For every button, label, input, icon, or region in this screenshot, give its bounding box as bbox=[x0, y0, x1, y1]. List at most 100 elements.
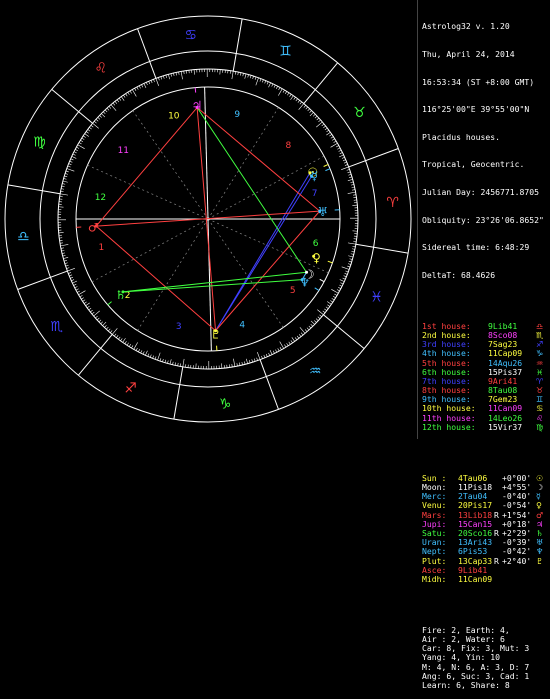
degree-tick bbox=[168, 74, 169, 79]
degree-tick bbox=[97, 318, 99, 320]
degree-tick bbox=[340, 280, 345, 282]
planet-position: 9Lib41 bbox=[458, 566, 487, 575]
planet-position: 4Tau06 bbox=[458, 474, 487, 483]
degree-tick bbox=[348, 264, 351, 265]
planet-row: Mars:13Lib18R+1°54'♂ bbox=[422, 511, 550, 520]
degree-tick bbox=[141, 85, 142, 88]
degree-tick bbox=[143, 351, 144, 354]
degree-tick bbox=[295, 337, 297, 339]
degree-tick bbox=[343, 278, 346, 279]
summary-line: Air : 2, Water: 6 bbox=[422, 635, 550, 644]
degree-tick bbox=[326, 132, 330, 135]
aspect-line bbox=[197, 108, 320, 212]
degree-tick bbox=[294, 97, 296, 99]
degree-tick bbox=[342, 267, 350, 270]
planet-name: Moon: bbox=[422, 483, 446, 492]
degree-tick bbox=[317, 310, 323, 315]
degree-tick bbox=[248, 75, 249, 78]
degree-tick bbox=[62, 184, 65, 185]
degree-tick bbox=[86, 132, 88, 134]
degree-tick bbox=[166, 75, 167, 78]
degree-tick bbox=[70, 277, 73, 278]
degree-tick bbox=[69, 164, 72, 165]
degree-tick bbox=[309, 326, 311, 328]
degree-tick bbox=[61, 250, 64, 251]
degree-tick bbox=[327, 302, 331, 305]
degree-tick bbox=[155, 357, 156, 360]
planet-dot bbox=[312, 255, 315, 258]
degree-tick bbox=[62, 186, 65, 187]
degree-tick bbox=[157, 353, 160, 361]
degree-tick bbox=[76, 289, 79, 290]
degree-tick bbox=[101, 114, 105, 118]
planet-row: Sun :4Tau06+0°00'☉ bbox=[422, 474, 550, 483]
degree-tick bbox=[67, 168, 75, 171]
zodiac-sign-icon: ♑ bbox=[219, 397, 232, 413]
degree-tick bbox=[351, 251, 354, 252]
house-number: 1 bbox=[99, 243, 105, 253]
degree-tick bbox=[345, 164, 348, 165]
degree-tick bbox=[66, 265, 69, 266]
planet-row: Moon:11Pis18+4°55'☽ bbox=[422, 483, 550, 492]
house-system: Placidus houses. bbox=[422, 133, 550, 142]
planet-icon: ☿ bbox=[536, 492, 541, 501]
degree-tick bbox=[171, 74, 172, 77]
degree-tick bbox=[287, 93, 289, 96]
degree-tick bbox=[72, 156, 77, 158]
degree-tick bbox=[305, 329, 307, 331]
degree-tick bbox=[74, 152, 77, 153]
degree-tick bbox=[287, 343, 289, 346]
planet-latitude: -0°40' bbox=[502, 492, 531, 501]
planet-tick bbox=[315, 288, 319, 291]
degree-tick bbox=[104, 325, 106, 327]
degree-tick bbox=[283, 90, 285, 93]
house-number: 8 bbox=[285, 141, 291, 151]
degree-tick bbox=[60, 194, 68, 195]
degree-tick bbox=[150, 355, 151, 358]
planet-latitude: +0°18' bbox=[502, 520, 531, 529]
degree-tick bbox=[146, 82, 147, 85]
degree-tick bbox=[339, 285, 342, 286]
degree-tick bbox=[317, 118, 319, 120]
planet-dot bbox=[214, 329, 217, 332]
degree-tick bbox=[255, 77, 256, 80]
planet-row: Midh:11Can09 bbox=[422, 575, 550, 584]
planet-icon: ♃ bbox=[536, 520, 543, 529]
chart-wheel[interactable]: ♈♉♊♋♌♍♎♏♐♑♒♓123456789101112☉☽☿♀♂♃♄♅♆♇ bbox=[0, 0, 417, 439]
degree-tick bbox=[299, 104, 304, 110]
degree-tick bbox=[341, 167, 349, 170]
degree-tick bbox=[266, 354, 267, 357]
zodiac-sign-icon: ♓ bbox=[370, 289, 383, 305]
degree-tick bbox=[304, 105, 306, 107]
degree-tick bbox=[179, 72, 180, 75]
planet-position: 20Sco16 bbox=[458, 529, 492, 538]
degree-tick bbox=[93, 123, 99, 128]
neptune-planet-icon: ♆ bbox=[299, 275, 310, 289]
sign-divider bbox=[323, 315, 364, 349]
zodiac-sign-icon: ♏ bbox=[50, 319, 63, 335]
degree-tick bbox=[105, 110, 107, 112]
degree-tick bbox=[153, 356, 154, 359]
degree-tick bbox=[96, 119, 98, 121]
planet-row: Satu:20Sco16R+2°29'♄ bbox=[422, 529, 550, 538]
degree-tick bbox=[121, 338, 123, 340]
degree-tick bbox=[280, 347, 281, 350]
planet-icon: ♂ bbox=[536, 511, 543, 520]
degree-tick bbox=[235, 72, 236, 75]
degree-tick bbox=[347, 169, 350, 170]
degree-tick bbox=[352, 190, 355, 191]
degree-tick bbox=[260, 79, 261, 82]
degree-tick bbox=[99, 320, 101, 322]
house-cusp-line bbox=[92, 219, 208, 282]
planet-latitude: +4°55' bbox=[502, 483, 531, 492]
degree-tick bbox=[60, 244, 68, 245]
degree-tick bbox=[84, 302, 86, 304]
planet-name: Uran: bbox=[422, 538, 446, 547]
degree-tick bbox=[81, 298, 84, 300]
degree-tick bbox=[153, 79, 154, 82]
degree-tick bbox=[322, 124, 324, 126]
degree-tick bbox=[101, 322, 103, 324]
degree-tick bbox=[273, 351, 274, 354]
degree-tick bbox=[348, 256, 353, 257]
saturn-planet-icon: ♄ bbox=[115, 288, 126, 302]
